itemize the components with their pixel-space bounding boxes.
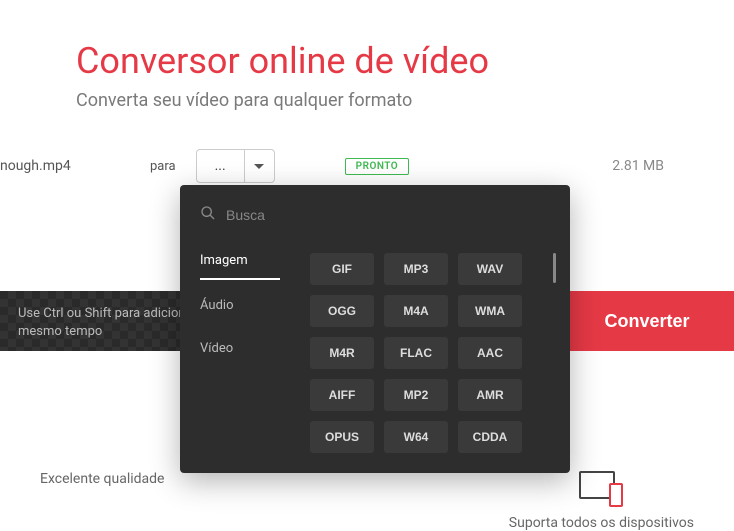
feature-devices: Suporta todos os dispositivos <box>509 471 694 531</box>
format-option-w64[interactable]: W64 <box>384 421 448 453</box>
format-option-aiff[interactable]: AIFF <box>310 379 374 411</box>
format-option-opus[interactable]: OPUS <box>310 421 374 453</box>
format-option-wav[interactable]: WAV <box>458 253 522 285</box>
format-option-m4a[interactable]: M4A <box>384 295 448 327</box>
scrollbar[interactable] <box>553 253 556 283</box>
format-option-wma[interactable]: WMA <box>458 295 522 327</box>
page-title: Conversor online de vídeo <box>76 40 734 82</box>
selected-format: ... <box>197 150 244 182</box>
format-option-gif[interactable]: GIF <box>310 253 374 285</box>
format-option-ogg[interactable]: OGG <box>310 295 374 327</box>
format-option-aac[interactable]: AAC <box>458 337 522 369</box>
para-label: para <box>150 159 176 174</box>
category-item-audio[interactable]: Áudio <box>200 298 280 323</box>
format-option-m4r[interactable]: M4R <box>310 337 374 369</box>
filename-label: nough.mp4 <box>0 158 100 174</box>
category-list: Imagem Áudio Vídeo <box>200 253 280 453</box>
format-option-mp2[interactable]: MP2 <box>384 379 448 411</box>
page-subtitle: Converta seu vídeo para qualquer formato <box>76 90 734 111</box>
category-item-video[interactable]: Vídeo <box>200 341 280 366</box>
format-dropdown-panel: Imagem Áudio Vídeo GIF MP3 WAV OGG M4A W… <box>180 185 570 473</box>
devices-icon <box>579 471 623 507</box>
format-option-mp3[interactable]: MP3 <box>384 253 448 285</box>
format-option-flac[interactable]: FLAC <box>384 337 448 369</box>
search-row <box>200 205 550 225</box>
format-grid: GIF MP3 WAV OGG M4A WMA M4R FLAC AAC AIF… <box>310 253 550 453</box>
file-size-label: 2.81 MB <box>612 158 664 174</box>
convert-button[interactable]: Converter <box>560 291 734 351</box>
search-input[interactable] <box>226 207 550 223</box>
page-header: Conversor online de vídeo Converta seu v… <box>0 0 734 141</box>
format-option-cdda[interactable]: CDDA <box>458 421 522 453</box>
chevron-down-icon <box>244 150 274 182</box>
status-badge: PRONTO <box>345 158 410 175</box>
feature-devices-label: Suporta todos os dispositivos <box>509 515 694 531</box>
features-row: Excelente qualidade Suporta todos os dis… <box>0 471 734 531</box>
file-row: nough.mp4 para ... PRONTO 2.81 MB <box>0 141 734 191</box>
format-selector[interactable]: ... <box>196 149 275 183</box>
category-item-imagem[interactable]: Imagem <box>200 253 280 280</box>
feature-quality: Excelente qualidade <box>40 471 164 531</box>
format-option-amr[interactable]: AMR <box>458 379 522 411</box>
feature-quality-label: Excelente qualidade <box>40 471 164 487</box>
search-icon <box>200 205 226 225</box>
panel-body: Imagem Áudio Vídeo GIF MP3 WAV OGG M4A W… <box>200 253 550 453</box>
